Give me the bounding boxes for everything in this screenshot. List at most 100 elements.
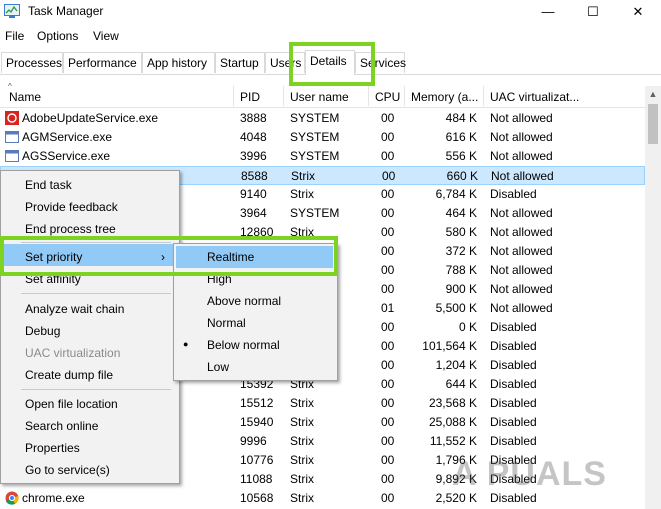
table-row[interactable]: AGSService.exe 3996 SYSTEM 00 556 K Not allow… [0,147,645,166]
details-tab-highlight [289,42,375,86]
priority-above-normal[interactable]: Above normal [207,294,281,308]
vertical-scrollbar[interactable] [645,86,661,509]
cell-cpu: 00 [381,339,395,353]
cell-user: SYSTEM [290,130,340,144]
tab-performance[interactable]: Performance [63,52,142,73]
cell-mem: 5,500 K [435,301,477,315]
cell-user: Strix [291,169,315,183]
cell-pid: 9996 [240,434,267,448]
col-user-name[interactable]: User name [290,87,349,107]
cell-cpu: 00 [381,111,395,125]
cell-uac: Not allowed [490,111,553,125]
cell-cpu: 00 [381,244,395,258]
cell-user: Strix [290,434,314,448]
radio-bullet-icon: ● [183,339,189,349]
col-name[interactable]: Name [9,87,41,107]
menu-analyze-wait-chain[interactable]: Analyze wait chain [25,302,124,316]
scroll-up-icon[interactable]: ▲ [645,86,661,102]
cell-mem: 580 K [445,225,477,239]
cell-user: Strix [290,491,314,505]
cell-mem: 11,552 K [429,434,477,448]
cell-uac: Not allowed [490,282,553,296]
minimize-button[interactable]: — [525,0,571,24]
cell-name: AdobeUpdateService.exe [22,111,159,125]
col-cpu[interactable]: CPU [375,87,400,107]
cell-user: Strix [290,472,314,486]
cell-cpu: 00 [381,396,395,410]
cell-cpu: 00 [381,187,395,201]
cell-user: SYSTEM [290,111,340,125]
priority-normal[interactable]: Normal [207,316,246,330]
table-row[interactable]: AGMService.exe 4048 SYSTEM 00 616 K Not allow… [0,128,645,147]
menu-end-process-tree[interactable]: End process tree [25,222,116,236]
cell-cpu: 00 [381,358,395,372]
tab-processes[interactable]: Processes [1,52,63,73]
cell-pid: 8588 [241,169,268,183]
menu-search-online[interactable]: Search online [25,419,98,433]
menu-go-to-services[interactable]: Go to service(s) [25,463,110,477]
table-row[interactable]: AdobeUpdateService.exe 3888 SYSTEM 00 484 K N… [0,109,645,128]
cell-cpu: 00 [381,206,395,220]
col-uac[interactable]: UAC virtualizat... [490,87,579,107]
cell-cpu: 01 [381,301,395,315]
cell-uac: Disabled [490,434,537,448]
cell-mem: 644 K [445,377,477,391]
cell-mem: 484 K [445,111,477,125]
cell-user: Strix [290,396,314,410]
cell-name: AGSService.exe [22,149,111,163]
menu-file[interactable]: File [5,29,24,43]
cell-uac: Disabled [490,187,537,201]
menu-provide-feedback[interactable]: Provide feedback [25,200,118,214]
cell-cpu: 00 [381,472,395,486]
menu-create-dump-file[interactable]: Create dump file [25,368,113,382]
cell-cpu: 00 [381,434,395,448]
col-memory[interactable]: Memory (a... [411,87,478,107]
close-button[interactable]: ✕ [615,0,661,24]
priority-below-normal[interactable]: Below normal [207,338,280,352]
cell-cpu: 00 [381,415,395,429]
cell-user: SYSTEM [290,206,340,220]
menu-view[interactable]: View [93,29,119,43]
cell-cpu: 00 [381,225,395,239]
cell-pid: 15512 [240,396,274,410]
menu-uac-virtualization: UAC virtualization [25,346,121,360]
cell-uac: Disabled [490,415,537,429]
menu-properties[interactable]: Properties [25,441,80,455]
cell-mem: 23,568 K [428,396,477,410]
col-pid[interactable]: PID [240,87,260,107]
cell-uac: Not allowed [490,206,553,220]
cell-pid: 3888 [240,111,267,125]
cell-mem: 464 K [445,206,477,220]
cell-uac: Not allowed [490,244,553,258]
menu-open-file-location[interactable]: Open file location [25,397,118,411]
cell-uac: Not allowed [490,301,553,315]
scroll-thumb[interactable] [648,104,658,144]
cell-cpu: 00 [381,320,395,334]
menu-debug[interactable]: Debug [25,324,60,338]
service-icon [5,150,19,162]
task-manager-icon [4,4,20,18]
col-divider [368,86,369,106]
cell-uac: Not allowed [490,263,553,277]
appuals-watermark: A PUALS [452,455,607,493]
cell-pid: 15940 [240,415,274,429]
cell-uac: Disabled [490,320,537,334]
cell-mem: 372 K [445,244,477,258]
cell-mem: 1,204 K [435,358,477,372]
cell-mem: 0 K [458,320,477,334]
maximize-button[interactable]: ☐ [570,0,616,24]
cell-pid: 4048 [240,130,267,144]
menu-end-task[interactable]: End task [25,178,72,192]
cell-pid: 10568 [240,491,274,505]
menu-options[interactable]: Options [37,29,78,43]
cell-uac: Disabled [490,396,537,410]
tab-startup[interactable]: Startup [215,52,265,73]
col-divider [483,86,484,106]
cell-uac: Disabled [490,377,537,391]
tab-app-history[interactable]: App history [142,52,215,73]
menu-separator [21,293,171,294]
priority-low[interactable]: Low [207,360,229,374]
adobe-icon [5,111,19,125]
cell-pid: 3964 [240,206,267,220]
cell-pid: 9140 [240,187,267,201]
